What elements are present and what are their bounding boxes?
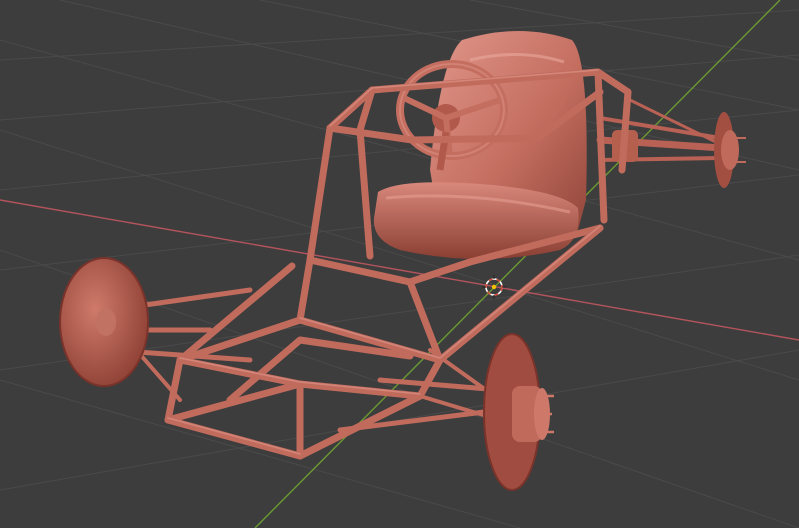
- front-right-wheel[interactable]: [483, 333, 554, 491]
- rear-right-wheel[interactable]: [714, 112, 746, 188]
- front-left-wheel[interactable]: [59, 257, 149, 387]
- rear-axle[interactable]: [596, 98, 726, 162]
- viewport-scene[interactable]: [0, 0, 799, 528]
- 3d-viewport[interactable]: [0, 0, 799, 528]
